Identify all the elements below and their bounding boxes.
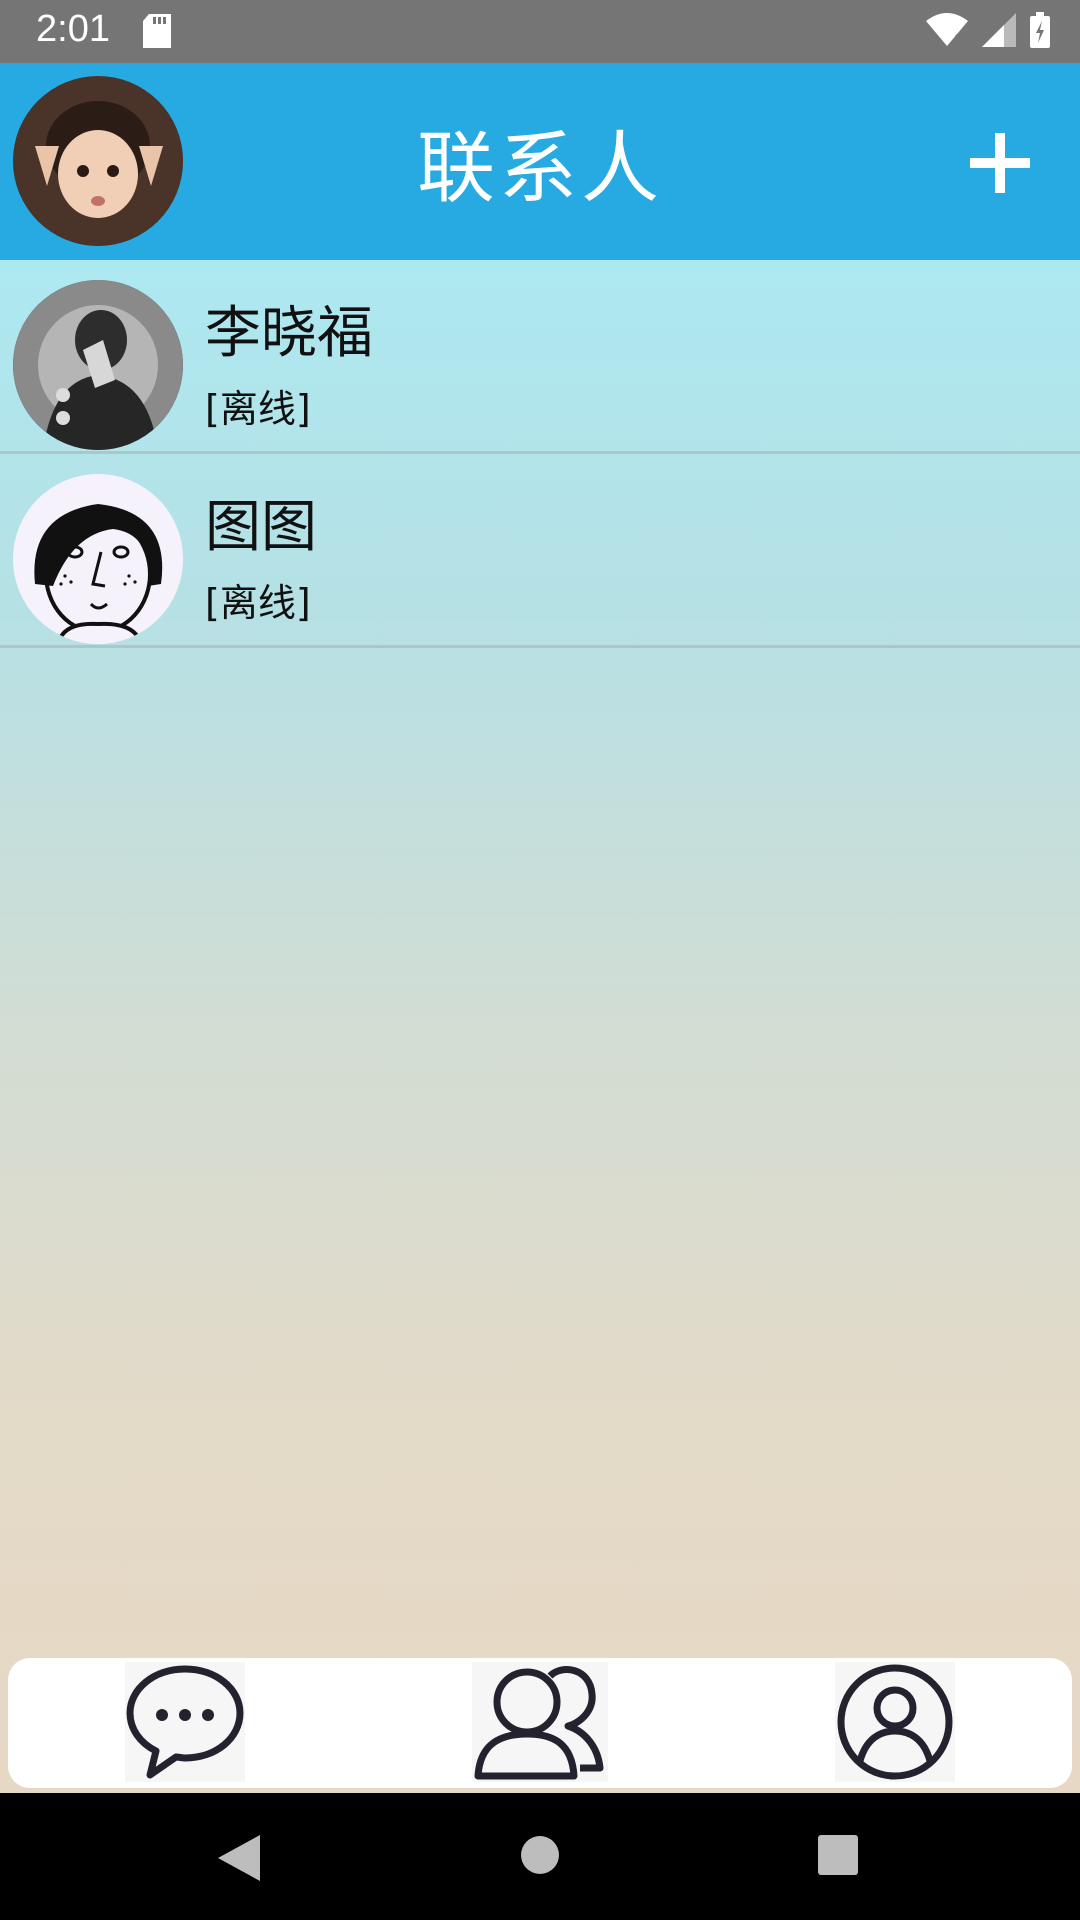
profile-icon	[837, 1664, 953, 1780]
contact-name: 图图	[205, 495, 317, 560]
plus-icon	[970, 133, 1030, 193]
contact-name: 李晓福	[205, 301, 373, 366]
page-title: 联系人	[416, 123, 663, 214]
home-icon[interactable]	[520, 1835, 560, 1879]
signal-icon	[982, 13, 1016, 51]
nav-profile-button[interactable]	[835, 1662, 955, 1782]
contact-status: [离线]	[205, 387, 311, 431]
contact-list: 李晓福 [离线] 图图 [离线]	[0, 260, 1080, 1793]
contact-row[interactable]: 图图 [离线]	[0, 454, 1080, 648]
nav-messages-button[interactable]	[125, 1662, 245, 1782]
bottom-nav	[8, 1658, 1072, 1788]
status-bar: 2:01	[0, 0, 1080, 63]
chat-bubble-icon	[126, 1665, 244, 1779]
contact-avatar	[13, 474, 183, 644]
status-time: 2:01	[36, 8, 110, 50]
contact-status: [离线]	[205, 581, 311, 625]
nav-contacts-button[interactable]	[472, 1662, 608, 1782]
contacts-icon	[474, 1666, 604, 1780]
back-icon[interactable]	[218, 1835, 260, 1885]
contact-row[interactable]: 李晓福 [离线]	[0, 260, 1080, 454]
system-nav-bar	[0, 1795, 1080, 1920]
wifi-icon	[926, 13, 968, 51]
contact-avatar	[13, 280, 183, 450]
app-header: 联系人	[0, 63, 1080, 260]
battery-icon	[1030, 12, 1050, 52]
sd-card-icon	[143, 14, 171, 52]
add-contact-button[interactable]	[970, 133, 1030, 193]
recents-icon[interactable]	[818, 1835, 858, 1879]
